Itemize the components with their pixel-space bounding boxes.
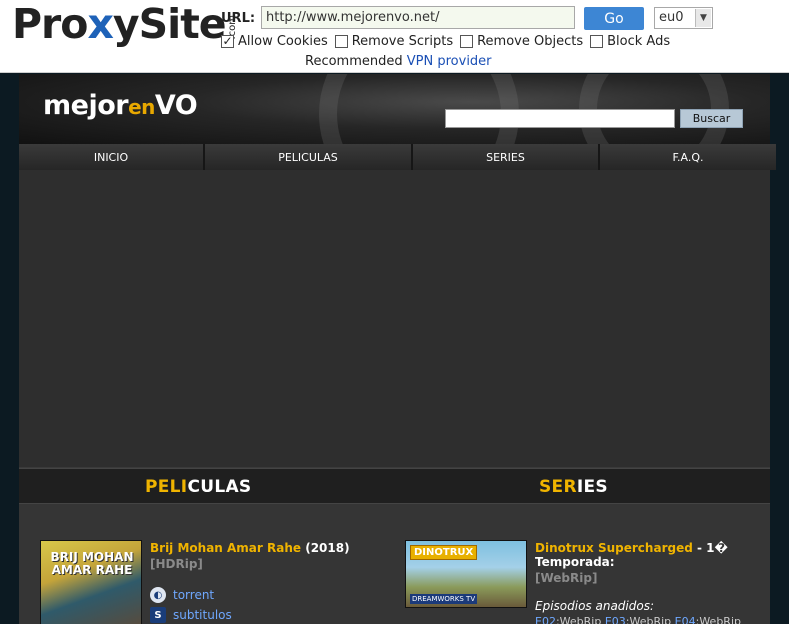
movie-quality: [HDRip] — [150, 557, 203, 571]
episode-link[interactable]: E03 — [605, 615, 626, 624]
option-remove-scripts[interactable]: Remove Scripts — [334, 34, 454, 49]
option-label: Remove Objects — [477, 34, 584, 49]
movie-title[interactable]: Brij Mohan Amar Rahe (2018) — [150, 541, 380, 555]
nav-item-faq[interactable]: F.A.Q. — [600, 144, 776, 170]
episode-list: E02:WebRip E03:WebRip E04:WebRip — [535, 615, 765, 624]
episode-link[interactable]: E04 — [675, 615, 696, 624]
remove-scripts-checkbox[interactable] — [334, 35, 348, 48]
option-block-ads[interactable]: Block Ads — [590, 34, 670, 49]
option-label: Allow Cookies — [238, 34, 328, 49]
proxysite-logo[interactable]: ProxySite .com — [12, 2, 238, 46]
series-title[interactable]: Dinotrux Supercharged - 1� — [535, 541, 765, 555]
search-button[interactable]: Buscar — [680, 109, 743, 128]
recommended-text: Recommended — [305, 54, 403, 69]
search-input[interactable] — [445, 109, 675, 128]
subtitles-icon: S — [150, 607, 166, 623]
poster-studio: DREAMWORKS TV — [410, 594, 478, 604]
nav-item-peliculas[interactable]: PELICULAS — [205, 144, 413, 170]
latest-lists: BRIJ MOHAN AMAR RAHE Brij Mohan Amar Rah… — [19, 504, 770, 624]
torrent-label: torrent — [173, 588, 215, 602]
subtitles-label: subtitulos — [173, 608, 232, 622]
vpn-provider-link[interactable]: VPN provider — [407, 54, 492, 69]
series-season: Temporada: — [535, 555, 615, 569]
nav-item-series[interactable]: SERIES — [413, 144, 600, 170]
proxy-toolbar: ProxySite .com URL: Go eu0 ▼ ✓ Allow Coo… — [0, 0, 789, 73]
poster-title: BRIJ MOHAN AMAR RAHE — [50, 550, 134, 577]
url-label: URL: — [221, 11, 256, 26]
section-title-series: SERIES — [539, 477, 608, 497]
option-label: Remove Scripts — [351, 34, 454, 49]
ad-space — [19, 170, 770, 468]
mejorenvo-logo[interactable]: mejorenVO — [43, 90, 198, 121]
go-button[interactable]: Go — [584, 7, 644, 30]
recommended-line: Recommended VPN provider — [305, 54, 492, 69]
section-title-peliculas: PELICULAS — [145, 477, 252, 497]
series-quality: [WebRip] — [535, 571, 598, 585]
episode-link[interactable]: E02 — [535, 615, 556, 624]
movie-item: Brij Mohan Amar Rahe (2018) [HDRip] ◐ to… — [150, 541, 380, 623]
site-header: mejorenVO Buscar — [19, 74, 770, 144]
movie-poster[interactable]: BRIJ MOHAN AMAR RAHE — [40, 540, 142, 624]
allow-cookies-checkbox[interactable]: ✓ — [221, 35, 234, 48]
section-headers: PELICULAS SERIES — [19, 468, 770, 504]
block-ads-checkbox[interactable] — [590, 35, 604, 48]
torrent-link[interactable]: ◐ torrent — [150, 587, 380, 603]
poster-title: DINOTRUX — [410, 545, 478, 560]
chevron-down-icon: ▼ — [695, 9, 711, 27]
nav-item-inicio[interactable]: INICIO — [19, 144, 205, 170]
option-label: Block Ads — [607, 34, 671, 49]
proxy-options: ✓ Allow Cookies Remove Scripts Remove Ob… — [221, 34, 677, 49]
main-nav: INICIO PELICULAS SERIES F.A.Q. — [19, 144, 776, 170]
url-input[interactable] — [261, 6, 575, 29]
main-content: PELICULAS SERIES BRIJ MOHAN AMAR RAHE Br… — [19, 170, 770, 624]
logo-text: ProxySite — [12, 0, 227, 48]
remove-objects-checkbox[interactable] — [460, 35, 474, 48]
series-poster[interactable]: DINOTRUX DREAMWORKS TV — [405, 540, 527, 608]
torrent-icon: ◐ — [150, 587, 166, 603]
subtitles-link[interactable]: S subtitulos — [150, 607, 380, 623]
server-select-value: eu0 — [659, 10, 684, 25]
series-item: Dinotrux Supercharged - 1� Temporada: [W… — [535, 541, 765, 624]
episodes-label: Episodios anadidos: — [535, 599, 655, 613]
option-allow-cookies[interactable]: ✓ Allow Cookies — [221, 34, 328, 49]
option-remove-objects[interactable]: Remove Objects — [460, 34, 583, 49]
server-select[interactable]: eu0 ▼ — [654, 7, 713, 29]
